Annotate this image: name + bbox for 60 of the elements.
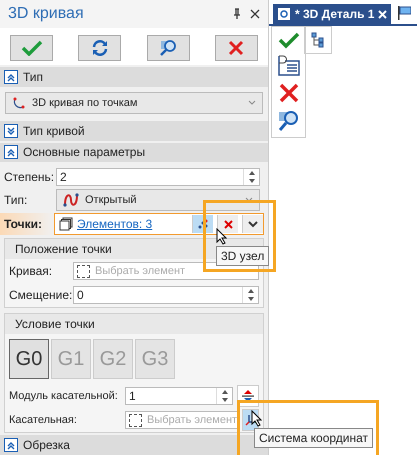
- copies-icon: [59, 217, 73, 232]
- clear-button[interactable]: [217, 215, 238, 234]
- field-label: Степень:: [4, 170, 56, 184]
- close-icon: [228, 40, 244, 56]
- tree-icon: [311, 32, 325, 48]
- pin-icon[interactable]: [232, 8, 242, 20]
- close-icon: [224, 220, 232, 229]
- caret-icon: [248, 220, 258, 228]
- collapse-icon[interactable]: [4, 70, 18, 84]
- tooltip: Система координат: [254, 428, 374, 448]
- caret-icon: [248, 100, 256, 106]
- check-icon: [20, 40, 42, 56]
- group-title: Условие точки: [5, 314, 263, 334]
- down-arrow-icon: [248, 178, 254, 183]
- modulus-field[interactable]: 1: [125, 387, 233, 406]
- points-icon: [197, 218, 209, 230]
- offset-field[interactable]: 0: [73, 286, 259, 304]
- collapse-icon[interactable]: [4, 438, 18, 452]
- refresh-button[interactable]: [78, 34, 122, 61]
- panel-title: 3D кривая: [8, 4, 85, 23]
- elements-link[interactable]: Элементов: 3: [77, 217, 188, 232]
- check-icon[interactable]: [278, 31, 300, 49]
- section-header[interactable]: Тип кривой: [0, 120, 268, 141]
- down-arrow-icon: [248, 297, 254, 302]
- flag-icon[interactable]: [397, 5, 412, 21]
- field-label: Точки:: [3, 217, 43, 232]
- curve-type-dropdown[interactable]: Открытый: [56, 188, 260, 211]
- field-label: Модуль касательной:: [9, 390, 119, 402]
- field-label: Касательная:: [9, 414, 78, 426]
- cancel-button[interactable]: [214, 34, 258, 61]
- up-arrow-icon: [248, 289, 254, 294]
- collapse-icon[interactable]: [4, 145, 18, 160]
- field-label: Тип:: [4, 192, 28, 207]
- ok-button[interactable]: [10, 34, 53, 61]
- tree-button[interactable]: [304, 26, 332, 54]
- expand-icon[interactable]: [4, 124, 18, 138]
- up-arrow-icon: [222, 390, 228, 394]
- curve-type-dropdown[interactable]: 3D кривая по точкам: [5, 92, 263, 114]
- dropdown-button[interactable]: [242, 215, 263, 234]
- tooltip: 3D узел: [216, 246, 270, 266]
- field-label: Смещение:: [9, 288, 73, 302]
- down-arrow-icon: [222, 398, 228, 402]
- degree-field[interactable]: 2: [56, 168, 260, 186]
- section-header[interactable]: Основные параметры: [0, 142, 268, 162]
- curve-icon: [12, 96, 26, 110]
- continuity-button[interactable]: G0: [9, 339, 49, 380]
- magnifier-icon: [158, 38, 178, 57]
- points-field[interactable]: Элементов: 3: [54, 213, 264, 236]
- parameters-icon[interactable]: [276, 55, 300, 77]
- section-header[interactable]: Тип: [0, 66, 268, 87]
- wave-curve-icon: [63, 192, 79, 207]
- field-label: Кривая:: [9, 264, 54, 278]
- refresh-icon: [90, 38, 109, 57]
- close-icon[interactable]: [250, 8, 260, 19]
- magnifier-icon[interactable]: [276, 109, 300, 133]
- caret-icon: [245, 197, 253, 202]
- document-icon: [277, 7, 291, 21]
- preview-button[interactable]: [146, 34, 190, 61]
- document-tab[interactable]: * 3D Деталь 1: [273, 4, 392, 24]
- up-arrow-icon: [248, 170, 254, 175]
